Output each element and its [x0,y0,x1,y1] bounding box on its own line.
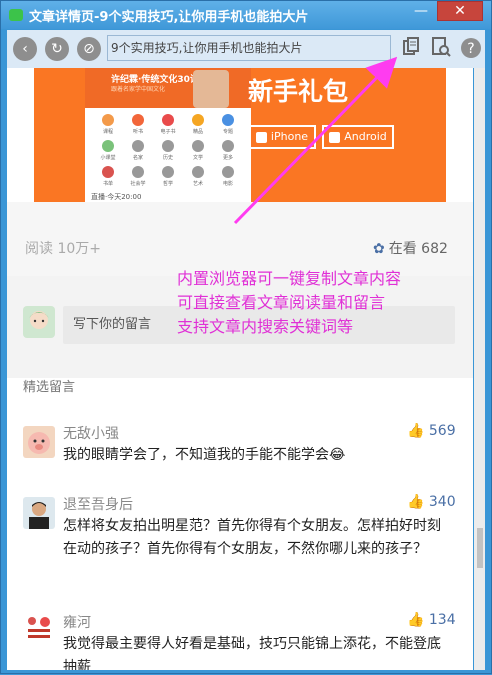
annotation-line: 内置浏览器可一键复制文章内容 [177,269,402,288]
annotation-line: 支持文章内搜索关键词等 [177,317,354,336]
annotation-line: 可直接查看文章阅读量和留言 [177,293,386,312]
app-window: 文章详情页-9个实用技巧,让你用手机也能拍大片 — ✕ ‹ ↻ ⊘ 9个实用技巧… [0,0,492,674]
